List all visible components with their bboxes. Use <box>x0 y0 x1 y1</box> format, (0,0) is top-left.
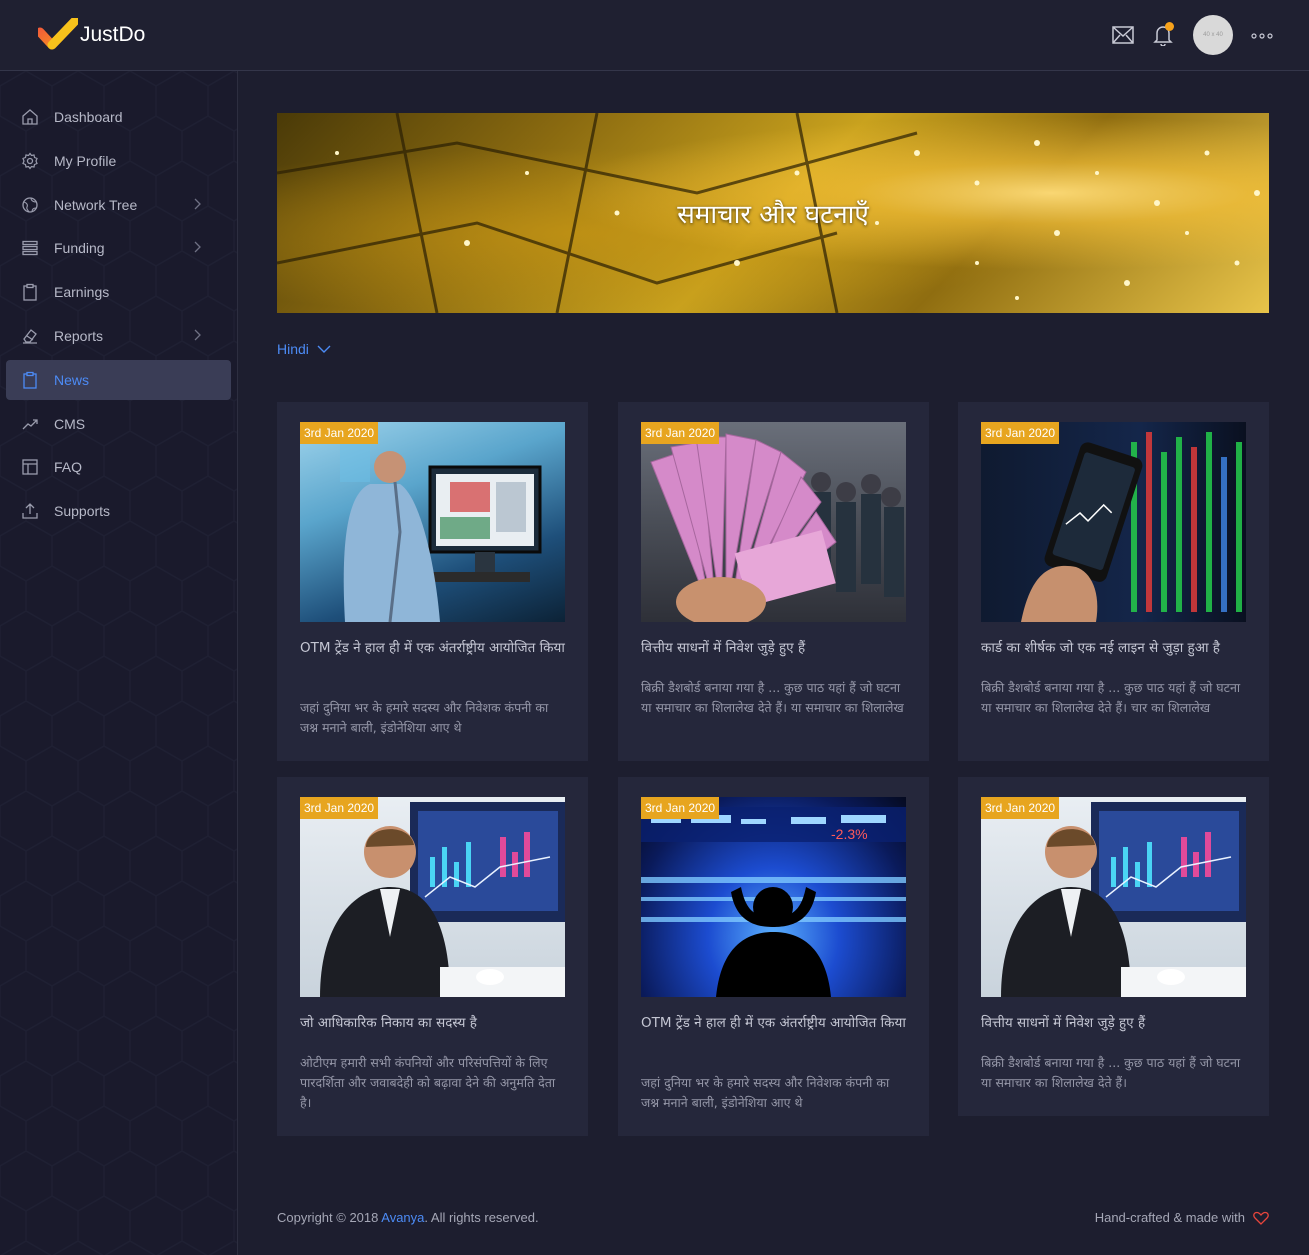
logo-check-icon <box>35 15 81 52</box>
card-title[interactable]: कार्ड का शीर्षक जो एक नई लाइन से जुड़ा ह… <box>981 638 1246 658</box>
sidebar-nav: Dashboard My Profile Network Tree Fundin… <box>6 97 231 535</box>
sidebar-item-network-tree[interactable]: Network Tree <box>6 185 231 225</box>
layers-icon <box>21 239 39 257</box>
app-logo[interactable]: JustDo <box>35 15 146 52</box>
sidebar-item-funding[interactable]: Funding <box>6 228 231 268</box>
language-dropdown[interactable]: Hindi <box>277 341 331 357</box>
svg-text:-2.3%: -2.3% <box>831 826 868 842</box>
news-image-phone-ticker: 3rd Jan 2020 <box>981 422 1246 622</box>
sidebar-item-supports[interactable]: Supports <box>6 491 231 531</box>
card-text: जहां दुनिया भर के हमारे सदस्य और निवेशक … <box>641 1075 890 1110</box>
news-banner: समाचार और घटनाएँ <box>277 113 1269 313</box>
news-image-analyst-monitor: 3rd Jan 2020 <box>300 422 565 622</box>
handcrafted-text: Hand-crafted & made with <box>1094 1210 1245 1225</box>
more-options-icon[interactable] <box>1251 26 1273 44</box>
card-title[interactable]: OTM ट्रेंड ने हाल ही में एक अंतर्राष्ट्र… <box>300 638 565 658</box>
date-badge: 3rd Jan 2020 <box>981 797 1060 819</box>
gear-icon <box>21 152 39 170</box>
sidebar-item-label: Earnings <box>54 284 110 301</box>
copyright-suffix: . All rights reserved. <box>424 1210 539 1225</box>
layout-icon <box>21 458 39 476</box>
card-text: बिक्री डैशबोर्ड बनाया गया है ... कुछ पाठ… <box>981 1055 1241 1090</box>
sidebar-item-earnings[interactable]: Earnings <box>6 272 231 312</box>
sidebar-item-label: FAQ <box>54 459 83 476</box>
upload-icon <box>21 502 39 520</box>
card-text: बिक्री डैशबोर्ड बनाया गया है ... कुछ पाठ… <box>981 680 1241 715</box>
sidebar-item-label: My Profile <box>54 152 117 169</box>
sidebar-item-news[interactable]: News <box>6 359 231 400</box>
sidebar-item-label: Dashboard <box>54 109 123 125</box>
copyright-prefix: Copyright © 2018 <box>277 1210 382 1225</box>
date-badge: 3rd Jan 2020 <box>641 422 720 444</box>
sidebar-item-cms[interactable]: CMS <box>6 404 231 444</box>
heart-icon <box>1253 1211 1269 1225</box>
top-bar: JustDo 40 x 40 <box>0 0 1309 71</box>
banner-title: समाचार और घटनाएँ <box>677 200 869 230</box>
news-card[interactable]: 3rd Jan 2020 OTM ट्रेंड ने हाल ही में एक… <box>277 402 588 761</box>
chevron-right-icon <box>193 197 201 213</box>
news-image-trader-phone: 3rd Jan 2020 <box>981 797 1246 997</box>
app-name: JustDo <box>80 23 146 46</box>
globe-icon <box>21 196 39 214</box>
bell-icon[interactable] <box>1151 22 1175 47</box>
card-text: ओटीएम हमारी सभी कंपनियों और परिसंपत्तियो… <box>300 1055 556 1110</box>
card-text: बिक्री डैशबोर्ड बनाया गया है ... कुछ पाठ… <box>641 680 904 715</box>
card-text: जहां दुनिया भर के हमारे सदस्य और निवेशक … <box>300 700 549 735</box>
eraser-icon <box>21 327 39 345</box>
sidebar-item-label: CMS <box>54 415 86 432</box>
news-card[interactable]: 3rd Jan 2020 कार्ड का शीर्षक जो एक नई ला… <box>958 402 1269 761</box>
clipboard-icon <box>21 283 39 301</box>
footer-credits: Hand-crafted & made with <box>1095 1210 1269 1225</box>
card-title[interactable]: OTM ट्रेंड ने हाल ही में एक अंतर्राष्ट्र… <box>641 1013 906 1033</box>
avatar-placeholder-text: 40 x 40 <box>1203 32 1223 38</box>
chevron-right-icon <box>193 328 201 344</box>
news-image-silhouette-screens: -2.3% 3rd Jan 2020 <box>641 797 906 997</box>
company-link[interactable]: Avanya <box>381 1210 424 1225</box>
date-badge: 3rd Jan 2020 <box>300 797 379 819</box>
sidebar-item-dashboard[interactable]: Dashboard <box>6 97 231 137</box>
news-card[interactable]: 3rd Jan 2020 वित्तीय साधनों में निवेश जु… <box>958 777 1269 1116</box>
trending-icon <box>21 415 39 433</box>
card-title[interactable]: वित्तीय साधनों में निवेश जुड़े हुए हैं <box>981 1013 1246 1033</box>
sidebar-item-label: Reports <box>54 327 104 344</box>
card-title[interactable]: वित्तीय साधनों में निवेश जुड़े हुए हैं <box>641 638 906 658</box>
date-badge: 3rd Jan 2020 <box>981 422 1060 444</box>
chevron-right-icon <box>193 240 201 256</box>
sidebar-item-reports[interactable]: Reports <box>6 316 231 356</box>
sidebar: Dashboard My Profile Network Tree Fundin… <box>0 71 238 1255</box>
sidebar-item-label: News <box>54 371 90 388</box>
date-badge: 3rd Jan 2020 <box>300 422 379 444</box>
card-title[interactable]: जो आधिकारिक निकाय का सदस्य है <box>300 1013 565 1033</box>
sidebar-item-label: Network Tree <box>54 196 138 213</box>
chevron-down-icon <box>317 345 331 353</box>
news-card[interactable]: -2.3% 3rd Jan 2020 OTM ट्रेंड ने हाल ही … <box>618 777 929 1136</box>
sidebar-item-faq[interactable]: FAQ <box>6 447 231 487</box>
home-icon <box>21 108 39 126</box>
mail-icon[interactable] <box>1111 23 1135 47</box>
clipboard-icon <box>21 371 39 389</box>
avatar[interactable]: 40 x 40 <box>1193 15 1233 55</box>
footer-copyright: Copyright © 2018 Avanya. All rights rese… <box>277 1210 539 1225</box>
sidebar-item-label: Funding <box>54 240 105 257</box>
date-badge: 3rd Jan 2020 <box>641 797 720 819</box>
news-image-currency-fan: 3rd Jan 2020 <box>641 422 906 622</box>
sidebar-item-label: Supports <box>54 503 111 520</box>
language-selected: Hindi <box>277 341 309 357</box>
notification-dot <box>1165 22 1174 31</box>
news-card[interactable]: 3rd Jan 2020 जो आधिकारिक निकाय का सदस्य … <box>277 777 588 1136</box>
news-card[interactable]: 3rd Jan 2020 वित्तीय साधनों में निवेश जु… <box>618 402 929 761</box>
news-image-trader-phone: 3rd Jan 2020 <box>300 797 565 997</box>
sidebar-item-my-profile[interactable]: My Profile <box>6 141 231 181</box>
